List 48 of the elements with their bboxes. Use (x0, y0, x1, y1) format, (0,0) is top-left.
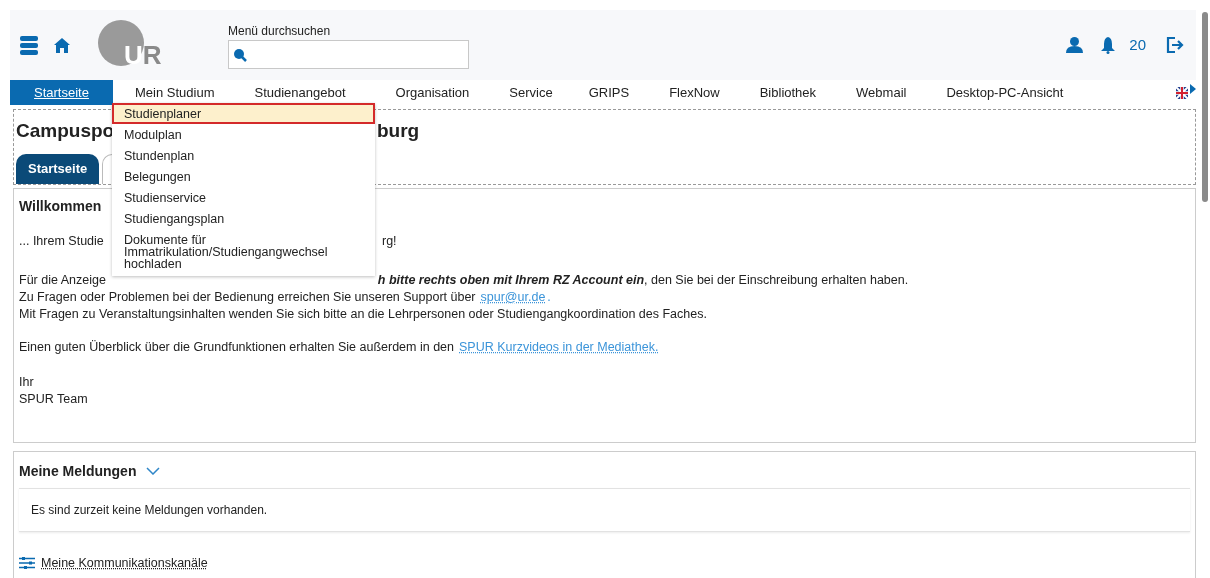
page-title: burg (377, 120, 421, 142)
nav-tab[interactable]: FlexNow (629, 80, 720, 105)
period-text: . (547, 289, 551, 306)
home-icon[interactable] (54, 37, 70, 53)
search-icon (233, 47, 247, 62)
search-field[interactable] (228, 40, 469, 69)
dropdown-item[interactable]: Studienservice (112, 187, 375, 208)
login-text: Für die Anzeige (19, 272, 106, 289)
nav-tab[interactable]: Studienangebot (214, 80, 346, 105)
search-label: Menü durchsuchen (228, 24, 332, 38)
scroll-right-icon[interactable] (1190, 83, 1196, 94)
dropdown-item[interactable]: Dokumente für Immatrikulation/Studiengangwechsel hochladen (112, 229, 375, 274)
dropdown-item[interactable]: Studienplaner (112, 103, 375, 124)
nav-tab[interactable]: Startseite (10, 80, 113, 105)
sign-off-text: SPUR Team (19, 391, 88, 408)
scrollbar[interactable] (1202, 12, 1208, 202)
sliders-icon[interactable] (19, 557, 35, 570)
login-text: h bitte rechts oben mit Ihrem RZ Account ein, den Sie bei der Einschreibung erhalten haben. (377, 272, 909, 289)
flag-icon[interactable] (1176, 86, 1188, 99)
empty-message: Es sind zurzeit keine Meldungen vorhanden. (31, 502, 268, 519)
user-icon[interactable] (1066, 37, 1084, 53)
nav-tab[interactable]: Webmail (816, 80, 907, 105)
nav-tab[interactable]: Desktop-PC-Ansicht (906, 80, 1064, 105)
section-heading: Meine Meldungen (19, 461, 137, 481)
overview-text: Einen guten Überblick über die Grundfunktionen erhalten Sie außerdem in den (19, 339, 454, 356)
greeting-text: rg! (382, 233, 398, 250)
support-text: Zu Fragen oder Problemen bei der Bedienung erreichen Sie unseren Support über (19, 289, 476, 306)
page-title: Campuspo (16, 120, 115, 142)
contact-text: Mit Fragen zu Veranstaltungsinhalten wenden Sie sich bitte an die Lehrpersonen oder Studiengangkoordination des Faches. (19, 306, 707, 323)
section-heading: Willkommen (19, 197, 102, 215)
nav-tab[interactable]: Mein Studium (113, 80, 215, 105)
greeting-text: ... Ihrem Studie (19, 233, 104, 250)
dropdown-item[interactable]: Modulplan (112, 124, 375, 145)
nav-tab[interactable]: Organisation (345, 80, 470, 105)
nav-tab[interactable]: Service (469, 80, 553, 105)
notification-count[interactable]: 20 (1129, 33, 1146, 57)
nav-tab[interactable]: GRIPS (552, 80, 630, 105)
channels-link[interactable]: Meine Kommunikationskanäle (41, 554, 208, 573)
bell-icon[interactable] (1101, 36, 1116, 54)
nav-tab[interactable]: Bibliothek (719, 80, 817, 105)
menu-icon[interactable] (20, 35, 38, 55)
logout-icon[interactable] (1166, 36, 1184, 54)
chevron-down-icon[interactable] (146, 467, 161, 475)
dropdown-item[interactable]: Belegungen (112, 166, 375, 187)
sign-off-text: Ihr (19, 374, 34, 391)
page-tab[interactable]: Startseite (16, 154, 100, 184)
dropdown-item[interactable]: Stundenplan (112, 145, 375, 166)
dropdown-item[interactable]: Studiengangsplan (112, 208, 375, 229)
